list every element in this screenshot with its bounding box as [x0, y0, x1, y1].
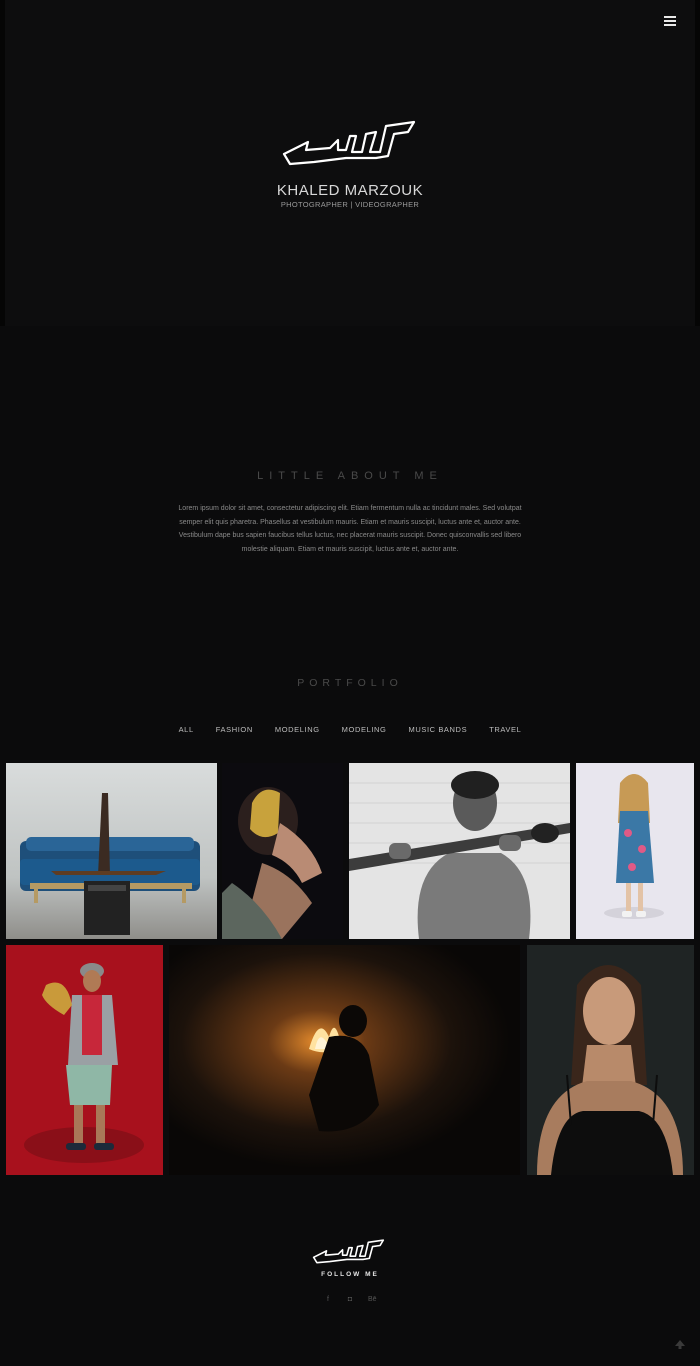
portfolio-item-saxophone-player[interactable]: [6, 945, 163, 1175]
sofa-pose-photo: [6, 763, 217, 939]
woman-dark-portrait: [527, 945, 694, 1175]
follow-me-label: FOLLOW ME: [321, 1271, 379, 1278]
portfolio-title: PORTFOLIO: [297, 677, 403, 689]
filter-all[interactable]: ALL: [179, 725, 194, 734]
saxophone-player-red-photo: [6, 945, 163, 1175]
filter-fashion[interactable]: FASHION: [216, 725, 253, 734]
filter-modeling-2[interactable]: MODELING: [342, 725, 387, 734]
social-links: f ◘ Bē: [0, 1296, 700, 1303]
behance-icon[interactable]: Bē: [368, 1296, 377, 1303]
golden-headpiece-portrait: [222, 763, 343, 939]
hamburger-menu-icon[interactable]: [664, 16, 676, 26]
portfolio-item-girl-floral-dress[interactable]: [576, 763, 694, 939]
filter-music-bands[interactable]: MUSIC BANDS: [408, 725, 467, 734]
footer-signature-logo-icon: [312, 1239, 385, 1264]
portfolio-item-golden-headpiece[interactable]: [222, 763, 343, 939]
girl-floral-dress-photo: [576, 763, 694, 939]
shirtless-man-bw-portrait: [349, 763, 570, 939]
signature-logo-icon: [282, 120, 416, 166]
filter-modeling[interactable]: MODELING: [275, 725, 320, 734]
campfire-silhouette-photo: [169, 945, 520, 1175]
hero-edge-right: [695, 0, 700, 326]
filter-travel[interactable]: TRAVEL: [489, 725, 521, 734]
portfolio-filters: ALL FASHION MODELING MODELING MUSIC BAND…: [0, 725, 700, 734]
arrow-up-icon[interactable]: [674, 1338, 686, 1350]
about-title: LITTLE ABOUT ME: [257, 470, 443, 482]
instagram-icon[interactable]: ◘: [346, 1296, 354, 1303]
brand-subtitle: PHOTOGRAPHER | VIDEOGRAPHER: [280, 200, 420, 209]
about-text: Lorem ipsum dolor sit amet, consectetur …: [178, 505, 522, 553]
portfolio-item-woman-portrait[interactable]: [527, 945, 694, 1175]
facebook-icon[interactable]: f: [324, 1296, 332, 1303]
portfolio-item-shirtless-man[interactable]: [349, 763, 570, 939]
brand-name: KHALED MARZOUK: [276, 182, 424, 199]
portfolio-item-campfire[interactable]: [169, 945, 520, 1175]
portfolio-item-sofa-pose[interactable]: [6, 763, 217, 939]
